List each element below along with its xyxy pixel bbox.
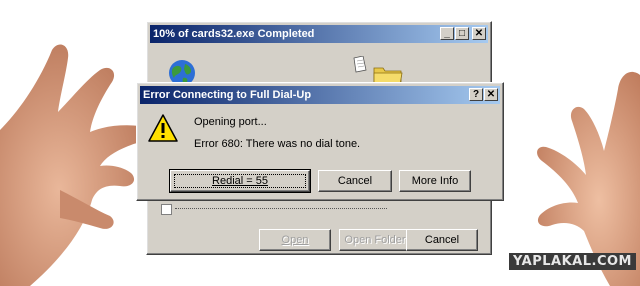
error-message: Error 680: There was no dial tone. xyxy=(194,138,361,150)
watermark-logo: YAPLAKAL.COM xyxy=(509,253,636,270)
error-titlebar[interactable]: Error Connecting to Full Dial-Up ? ✕ xyxy=(140,86,500,104)
error-close-button[interactable]: ✕ xyxy=(484,88,498,101)
close-on-complete-checkbox[interactable] xyxy=(161,204,172,215)
warning-icon xyxy=(147,113,179,146)
progress-remnant xyxy=(175,206,387,209)
open-folder-button[interactable]: Open Folder xyxy=(339,229,411,251)
minimize-button[interactable]: _ xyxy=(440,27,454,40)
error-title: Error Connecting to Full Dial-Up xyxy=(143,89,312,101)
more-info-button[interactable]: More Info xyxy=(399,170,471,192)
help-button[interactable]: ? xyxy=(469,88,483,101)
download-titlebar[interactable]: 10% of cards32.exe Completed _ □ ✕ xyxy=(150,25,488,43)
maximize-button[interactable]: □ xyxy=(455,27,469,40)
error-dialog: Error Connecting to Full Dial-Up ? ✕ Ope… xyxy=(136,82,504,201)
right-hand-image xyxy=(480,55,640,286)
download-cancel-button[interactable]: Cancel xyxy=(406,229,478,251)
redial-button[interactable]: Redial = 55 xyxy=(169,169,311,193)
document-icon xyxy=(352,55,368,77)
status-text: Opening port... xyxy=(194,116,267,128)
error-cancel-button[interactable]: Cancel xyxy=(318,170,392,192)
download-title: 10% of cards32.exe Completed xyxy=(153,28,315,40)
open-button[interactable]: Open xyxy=(259,229,331,251)
close-button[interactable]: ✕ xyxy=(472,27,486,40)
focus-ring xyxy=(174,174,306,188)
